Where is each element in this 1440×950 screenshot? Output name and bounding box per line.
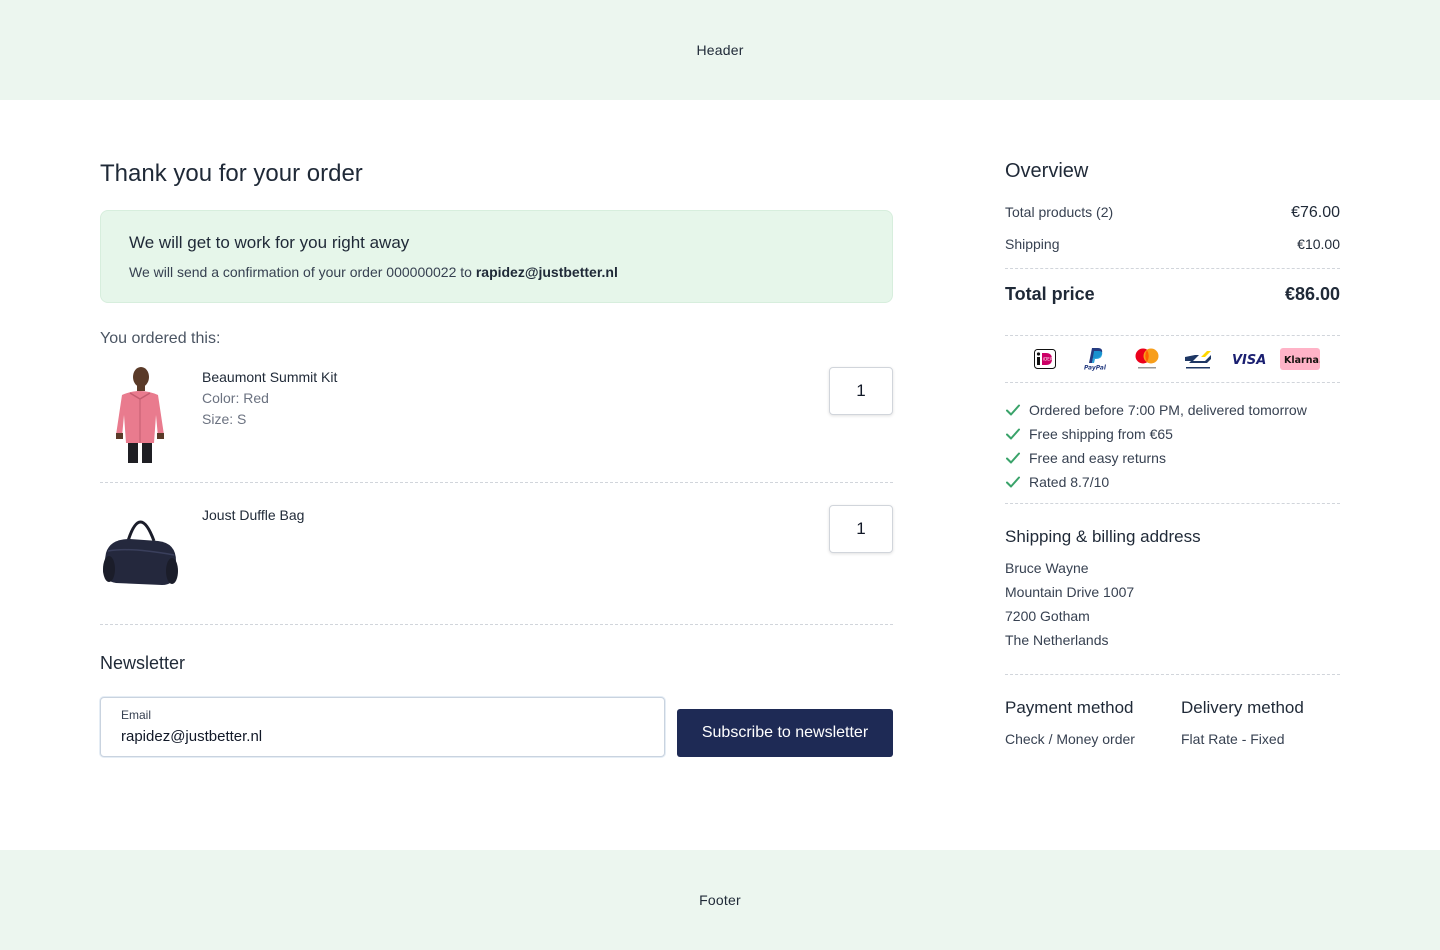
product-color: Color: Red (202, 390, 269, 406)
usp-text: Ordered before 7:00 PM, delivered tomorr… (1029, 402, 1307, 418)
product-size: Size: S (202, 411, 247, 427)
usp-text: Free and easy returns (1029, 450, 1166, 466)
ordered-label: You ordered this: (100, 330, 221, 347)
page-title: Thank you for your order (100, 160, 363, 187)
usp-item: Ordered before 7:00 PM, delivered tomorr… (1005, 398, 1307, 422)
total-price-amount: €86.00 (1284, 284, 1340, 304)
check-icon (1006, 428, 1020, 440)
product-image-jacket (100, 365, 180, 465)
address-line: 7200 Gotham (1005, 608, 1090, 624)
address-line: The Netherlands (1005, 632, 1109, 648)
total-price-row: Total price €86.00 (1005, 284, 1340, 305)
check-icon (1006, 404, 1020, 416)
check-icon (1006, 452, 1020, 464)
product-info: Beaumont Summit Kit Color: Red Size: S (202, 369, 337, 427)
product-name: Joust Duffle Bag (202, 507, 305, 523)
site-footer: Footer (0, 850, 1440, 950)
order-item: Beaumont Summit Kit Color: Red Size: S 1 (100, 365, 893, 483)
divider (1005, 674, 1340, 675)
usp-item: Free shipping from €65 (1005, 422, 1307, 446)
total-products-label: Total products (2) (1005, 204, 1114, 220)
address-title: Shipping & billing address (1005, 527, 1201, 546)
quantity-display: 1 (829, 367, 893, 415)
notice-email: rapidez@justbetter.nl (475, 264, 618, 280)
total-products-row: Total products (2) €76.00 (1005, 204, 1340, 222)
subscribe-newsletter-button[interactable]: Subscribe to newsletter (677, 709, 893, 757)
email-label: Email (121, 708, 152, 722)
payment-method-block: Payment method Check / Money order (1005, 698, 1135, 747)
visa-wordmark: VISA (1232, 353, 1266, 368)
paypal-wordmark: PayPal (1084, 365, 1107, 372)
newsletter-title: Newsletter (100, 653, 186, 673)
payment-icons: iDEAL PayPal VISA Klarna. (1005, 346, 1340, 372)
usp-list: Ordered before 7:00 PM, delivered tomorr… (1005, 398, 1307, 494)
paypal-icon: PayPal (1071, 346, 1122, 372)
divider (1005, 335, 1340, 336)
usp-item: Free and easy returns (1005, 446, 1307, 470)
total-price-label: Total price (1005, 284, 1095, 304)
divider (1005, 382, 1340, 383)
divider (1005, 268, 1340, 269)
shipping-row: Shipping €10.00 (1005, 236, 1340, 252)
quantity-display: 1 (829, 505, 893, 553)
success-notice: We will get to work for you right away W… (100, 210, 893, 303)
address-line: Bruce Wayne (1005, 560, 1089, 576)
divider (1005, 503, 1340, 504)
shipping-label: Shipping (1005, 236, 1060, 252)
delivery-method-title: Delivery method (1181, 698, 1304, 717)
bancontact-icon (1173, 346, 1224, 372)
delivery-method-value: Flat Rate - Fixed (1181, 731, 1285, 747)
usp-item: Rated 8.7/10 (1005, 470, 1307, 494)
product-image-duffle-bag (100, 503, 180, 603)
header-label: Header (696, 42, 744, 58)
ideal-icon: iDEAL (1020, 346, 1071, 372)
site-header: Header (0, 0, 1440, 100)
newsletter-email-field[interactable]: Email rapidez@justbetter.nl (100, 697, 665, 757)
mastercard-icon (1122, 346, 1173, 372)
usp-text: Rated 8.7/10 (1029, 474, 1110, 490)
product-info: Joust Duffle Bag (202, 507, 304, 523)
product-name: Beaumont Summit Kit (202, 369, 338, 385)
notice-text: We will send a confirmation of your orde… (129, 264, 864, 280)
order-item: Joust Duffle Bag 1 (100, 503, 893, 625)
shipping-amount: €10.00 (1297, 236, 1340, 252)
notice-heading: We will get to work for you right away (129, 233, 410, 252)
visa-icon: VISA (1224, 346, 1275, 372)
email-input-value[interactable]: rapidez@justbetter.nl (121, 728, 644, 745)
klarna-wordmark: Klarna. (1284, 355, 1320, 366)
delivery-method-block: Delivery method Flat Rate - Fixed (1181, 698, 1304, 747)
overview-title: Overview (1005, 160, 1089, 182)
notice-text-prefix: We will send a confirmation of your orde… (129, 264, 476, 280)
address-block: Bruce Wayne Mountain Drive 1007 7200 Got… (1005, 558, 1134, 654)
payment-method-value: Check / Money order (1005, 731, 1135, 747)
address-line: Mountain Drive 1007 (1005, 584, 1135, 600)
svg-text:iDEAL: iDEAL (1043, 357, 1055, 362)
total-products-amount: €76.00 (1291, 204, 1340, 221)
usp-text: Free shipping from €65 (1029, 426, 1173, 442)
klarna-icon: Klarna. (1275, 346, 1326, 372)
payment-method-title: Payment method (1005, 698, 1134, 717)
footer-label: Footer (699, 892, 741, 908)
check-icon (1006, 476, 1020, 488)
